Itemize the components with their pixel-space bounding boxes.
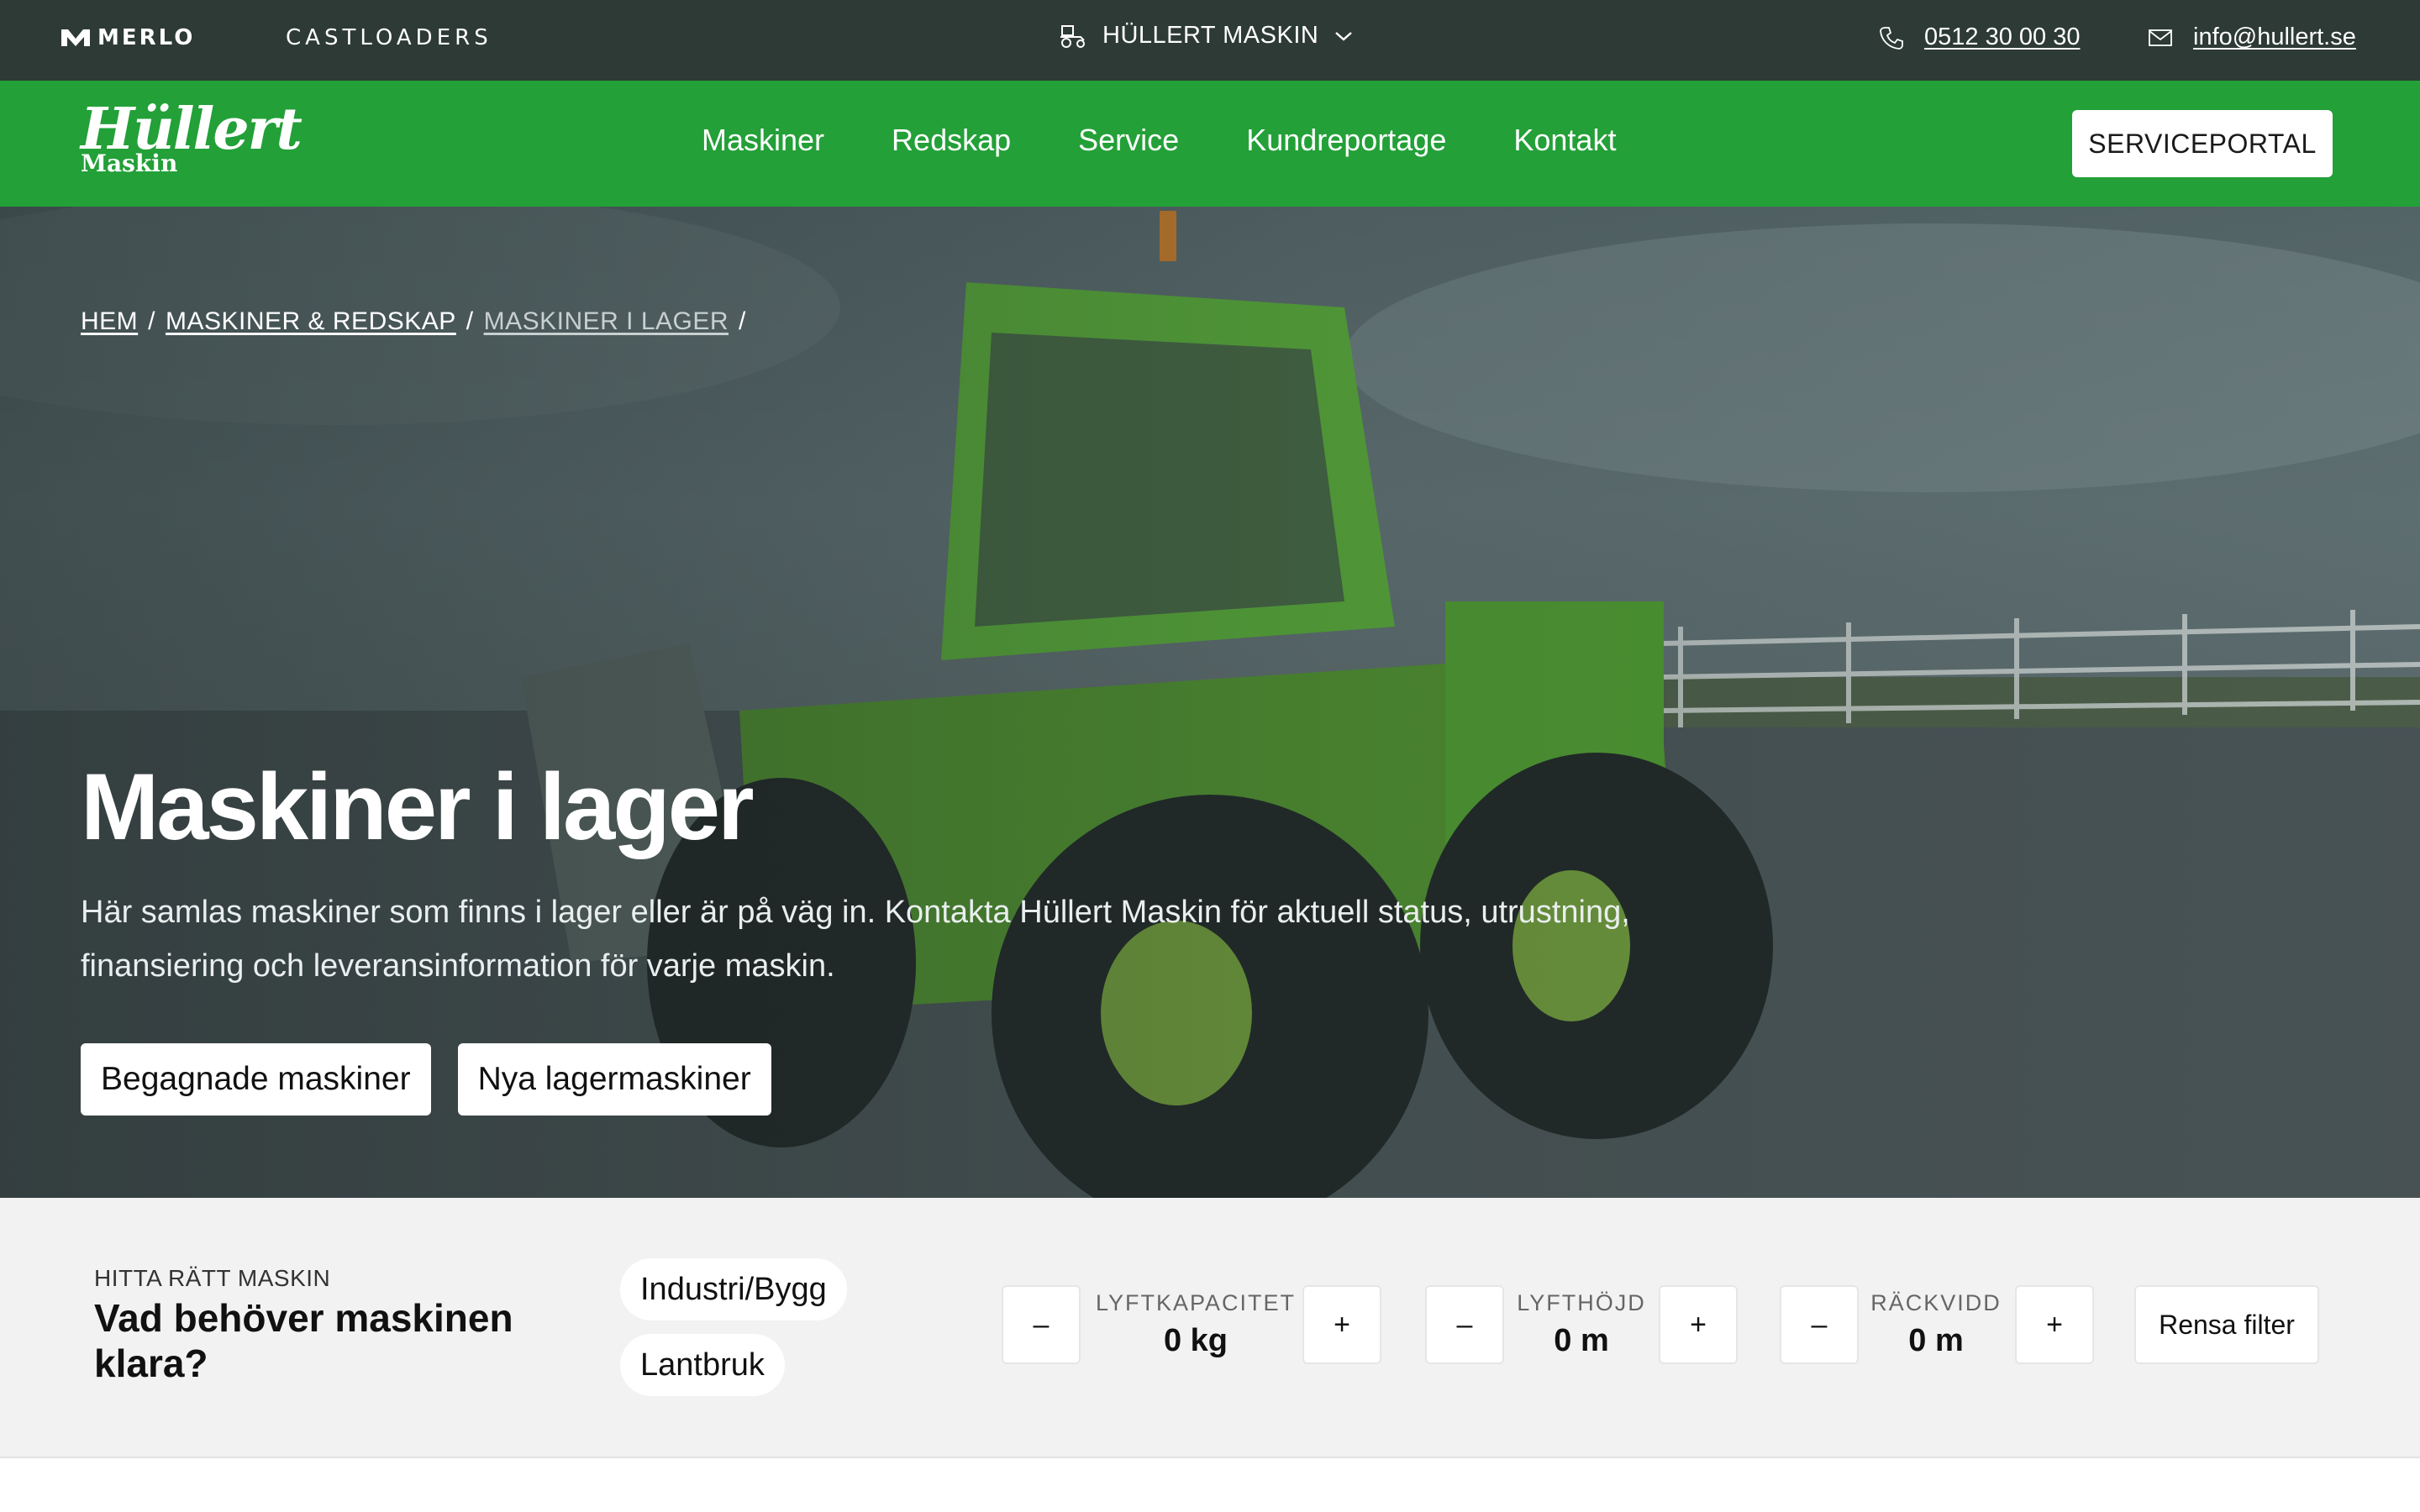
logo-script: Hüllert <box>81 96 302 163</box>
lift-capacity-increase-button[interactable]: + <box>1302 1285 1381 1364</box>
site-switcher-label: HÜLLERT MASKIN <box>1102 22 1319 49</box>
page-below-fold <box>0 1458 2420 1512</box>
breadcrumb-machines-tools[interactable]: MASKINER & REDSKAP <box>166 307 456 336</box>
machine-filter-bar: HITTA RÄTT MASKIN Vad behöver maskinen k… <box>0 1198 2420 1458</box>
breadcrumb-separator: / <box>739 307 746 335</box>
breadcrumb-separator: / <box>466 307 474 335</box>
nav-link-kontakt[interactable]: Kontakt <box>1513 123 1616 158</box>
serviceportal-button[interactable]: SERVICEPORTAL <box>2072 110 2333 177</box>
hero-lead-text: Här samlas maskiner som finns i lager el… <box>81 895 1630 984</box>
castloaders-brand-link[interactable]: CASTLOADERS <box>286 25 492 50</box>
lift-capacity-value: 0 kg <box>1163 1323 1228 1358</box>
contact-phone: 0512 30 00 30 <box>1879 24 2080 51</box>
reset-filter-button[interactable]: Rensa filter <box>2134 1285 2319 1364</box>
primary-nav: Maskiner Redskap Service Kundreportage K… <box>702 123 1616 158</box>
nav-link-service[interactable]: Service <box>1078 123 1179 158</box>
used-machines-button[interactable]: Begagnade maskiner <box>81 1043 431 1116</box>
main-navbar: Hüllert Maskin Maskiner Redskap Service … <box>0 81 2420 207</box>
lift-capacity-display: LYFTKAPACITET 0 kg <box>1092 1290 1299 1359</box>
reach-value: 0 m <box>1908 1323 1964 1358</box>
mail-icon <box>2149 29 2172 46</box>
chip-industri-bygg[interactable]: Industri/Bygg <box>620 1258 847 1320</box>
breadcrumb-separator: / <box>148 307 156 335</box>
lift-capacity-label: LYFTKAPACITET <box>1095 1290 1297 1315</box>
filter-eyebrow: HITTA RÄTT MASKIN <box>94 1265 331 1291</box>
reach-decrease-button[interactable]: – <box>1780 1285 1859 1364</box>
lift-height-label: LYFTHÖJD <box>1517 1290 1646 1315</box>
reach-increase-button[interactable]: + <box>2015 1285 2094 1364</box>
chip-lantbruk[interactable]: Lantbruk <box>620 1334 785 1396</box>
hero-section: HEM / MASKINER & REDSKAP / MASKINER I LA… <box>0 207 2420 1198</box>
nav-link-redskap[interactable]: Redskap <box>892 123 1011 158</box>
filter-heading: Vad behöver maskinen klara? <box>94 1296 513 1385</box>
hullert-logo[interactable]: Hüllert Maskin <box>81 96 302 177</box>
tractor-icon <box>1060 24 1085 48</box>
merlo-brand-label: MERLO <box>97 25 196 50</box>
page-title: Maskiner i lager <box>81 754 755 859</box>
top-utility-bar: MERLO CASTLOADERS HÜLLERT MASKIN 0512 30… <box>0 0 2420 81</box>
phone-link[interactable]: 0512 30 00 30 <box>1924 24 2080 51</box>
email-link[interactable]: info@hullert.se <box>2193 24 2356 51</box>
breadcrumb: HEM / MASKINER & REDSKAP / MASKINER I LA… <box>81 307 746 336</box>
lift-height-value: 0 m <box>1554 1323 1609 1358</box>
castloaders-brand-label: CASTLOADERS <box>286 25 492 50</box>
phone-icon <box>1880 26 1903 50</box>
lift-height-display: LYFTHÖJD 0 m <box>1509 1290 1654 1359</box>
reach-display: RÄCKVIDD 0 m <box>1864 1290 2008 1359</box>
chevron-down-icon <box>1335 31 1353 41</box>
merlo-brand-link[interactable]: MERLO <box>60 25 195 50</box>
lift-height-decrease-button[interactable]: – <box>1425 1285 1504 1364</box>
breadcrumb-current[interactable]: MASKINER I LAGER <box>484 307 729 336</box>
hero-buttons: Begagnade maskiner Nya lagermaskiner <box>81 1043 771 1116</box>
nav-link-maskiner[interactable]: Maskiner <box>702 123 824 158</box>
merlo-logo-icon <box>61 29 90 46</box>
site-switcher[interactable]: HÜLLERT MASKIN <box>1059 22 1354 50</box>
lift-capacity-decrease-button[interactable]: – <box>1002 1285 1081 1364</box>
breadcrumb-home[interactable]: HEM <box>81 307 138 336</box>
lift-height-increase-button[interactable]: + <box>1659 1285 1738 1364</box>
nav-link-kundreportage[interactable]: Kundreportage <box>1246 123 1446 158</box>
new-stock-machines-button[interactable]: Nya lagermaskiner <box>457 1043 771 1116</box>
contact-email: info@hullert.se <box>2148 24 2356 51</box>
reach-label: RÄCKVIDD <box>1870 1290 2002 1315</box>
